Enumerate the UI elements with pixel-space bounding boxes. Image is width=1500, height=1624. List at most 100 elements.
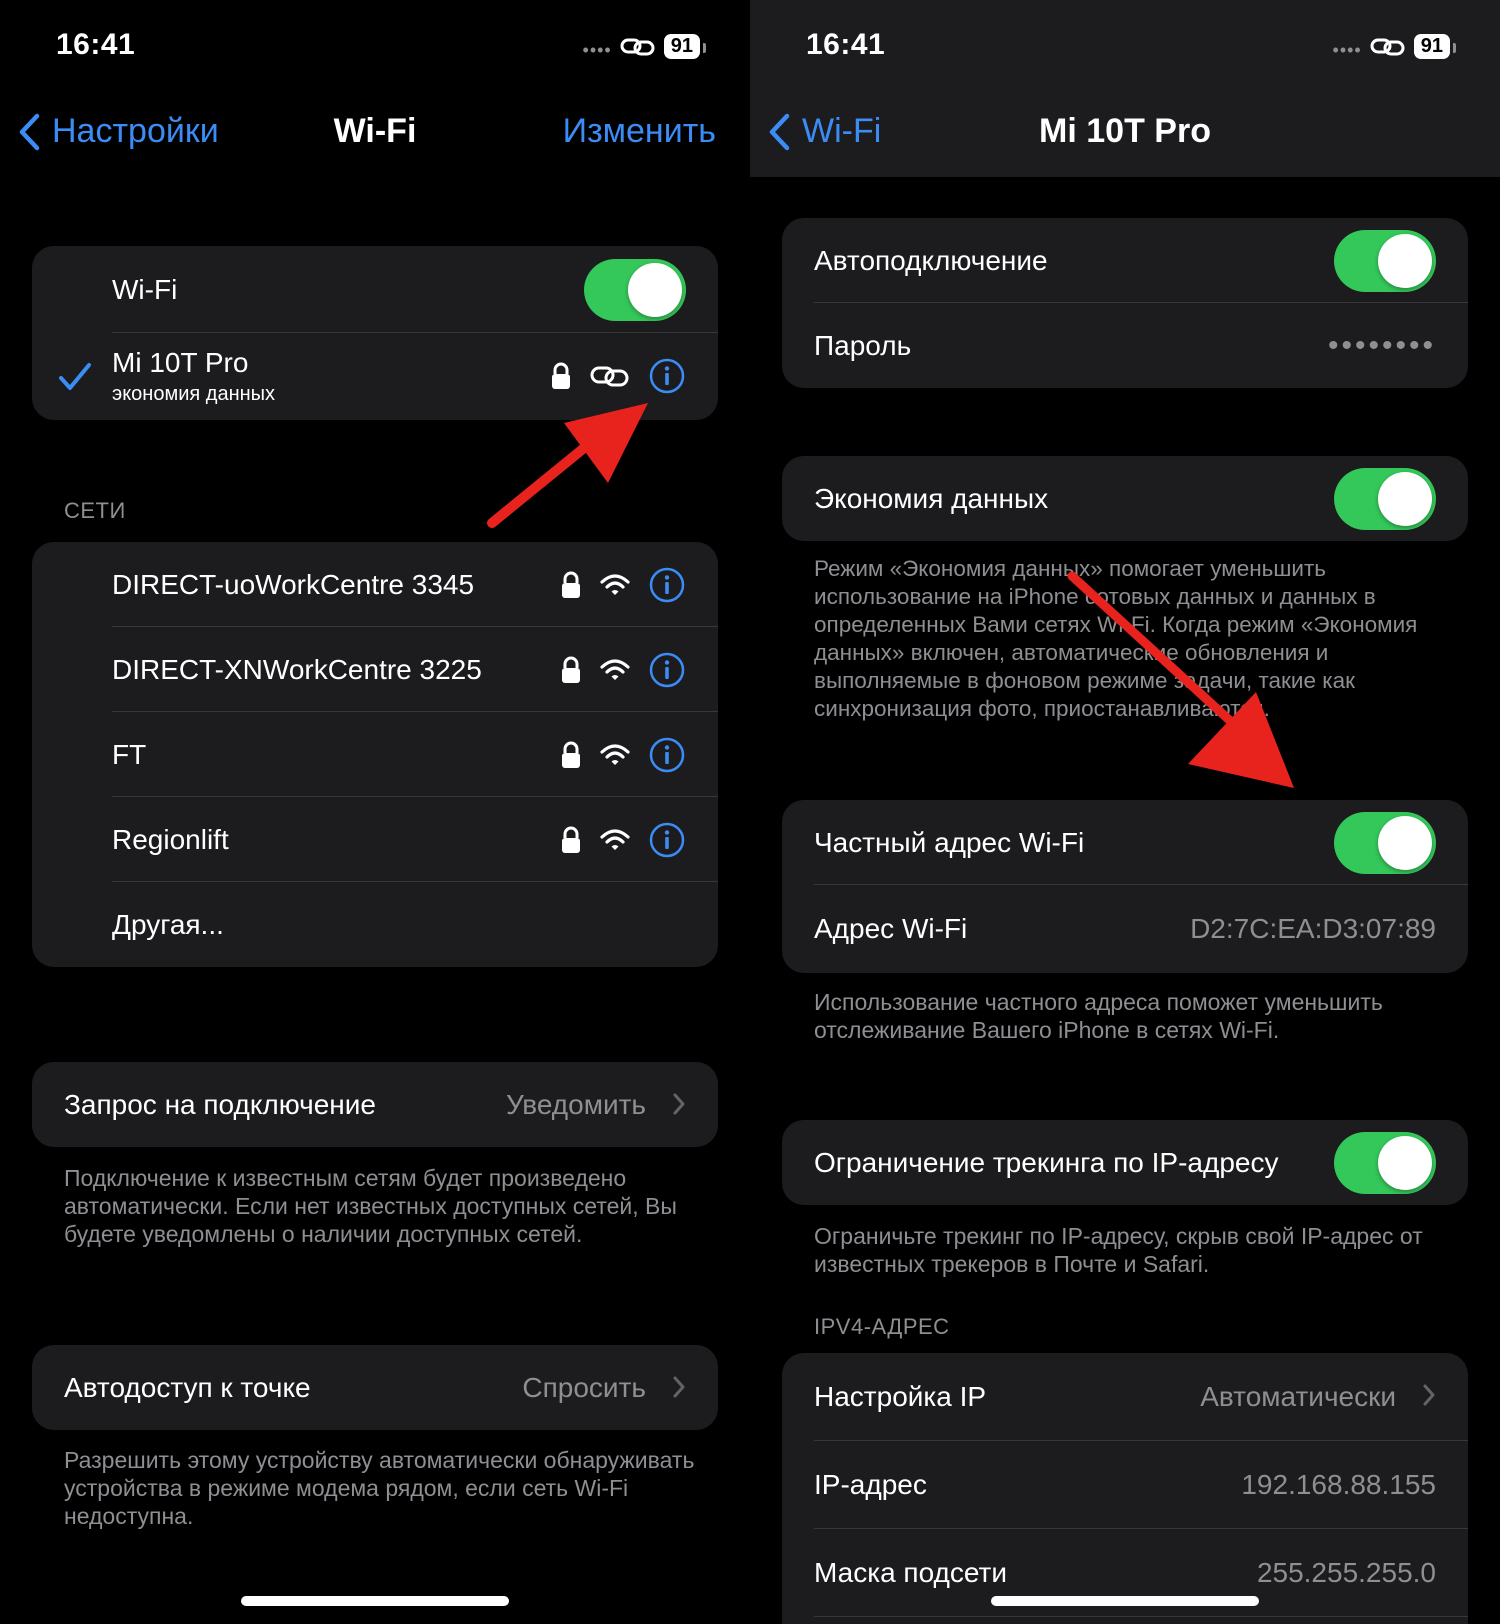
navigation-bar: Wi-Fi Mi 10T Pro bbox=[750, 100, 1500, 164]
ip-address-label: IP-адрес bbox=[814, 1469, 927, 1500]
lock-icon bbox=[552, 362, 570, 389]
password-row[interactable]: Пароль •••••••• bbox=[782, 303, 1468, 388]
info-icon[interactable] bbox=[648, 651, 686, 689]
limit-ip-tracking-label: Ограничение трекинга по IP-адресу bbox=[814, 1146, 1279, 1178]
limit-ip-tracking-row: Ограничение трекинга по IP-адресу bbox=[782, 1120, 1468, 1205]
auto-join-toggle[interactable] bbox=[1334, 229, 1436, 292]
private-address-label: Частный адрес Wi-Fi bbox=[814, 826, 1085, 858]
status-bar: 16:41 •••• 91 bbox=[806, 24, 1457, 68]
lock-icon bbox=[562, 656, 580, 683]
status-bar: 16:41 •••• 91 bbox=[56, 24, 707, 68]
red-arrow-annotation bbox=[1067, 571, 1294, 788]
personal-hotspot-link-icon bbox=[1370, 38, 1405, 55]
lock-icon bbox=[562, 741, 580, 768]
status-time: 16:41 bbox=[806, 28, 886, 61]
auto-hotspot-footer: Разрешить этому устройству автоматически… bbox=[64, 1447, 695, 1529]
connected-network-name: Mi 10T Pro bbox=[112, 347, 249, 378]
wifi-main-card: Wi-Fi Mi 10T Pro экономия данных bbox=[32, 246, 718, 420]
ask-to-join-footer: Подключение к известным сетям будет прои… bbox=[64, 1165, 677, 1247]
edit-button[interactable]: Изменить bbox=[563, 112, 716, 151]
battery-icon: 91 bbox=[1413, 34, 1457, 59]
limit-ip-tracking-footer: Ограничьте трекинг по IP-адресу, скрыв с… bbox=[814, 1223, 1423, 1277]
low-data-label: Экономия данных bbox=[814, 482, 1049, 514]
private-address-toggle[interactable] bbox=[1334, 811, 1436, 874]
network-row[interactable]: Regionlift bbox=[32, 797, 718, 882]
page-title: Mi 10T Pro bbox=[1039, 112, 1211, 150]
wifi-address-row: Адрес Wi-Fi D2:7C:EA:D3:07:89 bbox=[782, 885, 1468, 973]
personal-hotspot-link-icon bbox=[590, 366, 629, 387]
configure-ip-value: Автоматически bbox=[1200, 1381, 1396, 1412]
info-icon[interactable] bbox=[648, 357, 686, 395]
private-address-footer: Использование частного адреса поможет ум… bbox=[814, 989, 1383, 1043]
ask-to-join-value: Уведомить bbox=[506, 1088, 646, 1120]
configure-ip-label: Настройка IP bbox=[814, 1381, 987, 1412]
network-name: DIRECT-uoWorkCentre 3345 bbox=[112, 568, 475, 600]
connected-network-subtitle: экономия данных bbox=[112, 383, 276, 405]
networks-section-header: СЕТИ bbox=[64, 498, 126, 523]
red-arrow-annotation bbox=[487, 403, 648, 528]
other-network-row[interactable]: Другая... bbox=[32, 882, 718, 967]
navigation-bar: Настройки Wi-Fi Изменить bbox=[0, 100, 750, 164]
ip-address-value: 192.168.88.155 bbox=[1241, 1469, 1436, 1500]
network-row[interactable]: DIRECT-uoWorkCentre 3345 bbox=[32, 542, 718, 627]
network-row[interactable]: FT bbox=[32, 712, 718, 797]
auto-join-row: Автоподключение bbox=[782, 218, 1468, 303]
network-name: FT bbox=[112, 738, 147, 770]
auto-join-card: Автоподключение Пароль •••••••• bbox=[782, 218, 1468, 388]
auto-hotspot-label: Автодоступ к точке bbox=[64, 1371, 311, 1403]
ip-address-row: IP-адрес 192.168.88.155 bbox=[782, 1441, 1468, 1529]
limit-ip-tracking-toggle[interactable] bbox=[1334, 1131, 1436, 1194]
chevron-right-icon bbox=[673, 1093, 685, 1115]
personal-hotspot-link-icon bbox=[620, 38, 655, 55]
lock-icon bbox=[562, 571, 580, 598]
auto-join-label: Автоподключение bbox=[814, 244, 1048, 276]
home-indicator bbox=[241, 1596, 509, 1606]
wifi-signal-icon bbox=[600, 574, 630, 595]
ask-to-join-card: Запрос на подключение Уведомить bbox=[32, 1062, 718, 1147]
chevron-right-icon bbox=[673, 1376, 685, 1398]
wifi-address-value: D2:7C:EA:D3:07:89 bbox=[1190, 913, 1436, 944]
info-icon[interactable] bbox=[648, 566, 686, 604]
network-row[interactable]: DIRECT-XNWorkCentre 3225 bbox=[32, 627, 718, 712]
network-name: Regionlift bbox=[112, 823, 229, 855]
low-data-card: Экономия данных bbox=[782, 456, 1468, 541]
wifi-address-label: Адрес Wi-Fi bbox=[814, 913, 968, 944]
wifi-signal-icon bbox=[600, 829, 630, 850]
cellular-signal-icon: •••• bbox=[582, 40, 612, 60]
auto-hotspot-card: Автодоступ к точке Спросить bbox=[32, 1345, 718, 1430]
limit-ip-tracking-card: Ограничение трекинга по IP-адресу bbox=[782, 1120, 1468, 1205]
wifi-signal-icon bbox=[600, 744, 630, 765]
wifi-list-screen: 16:41 •••• 91 Настройки Wi-Fi Изменить W… bbox=[0, 0, 750, 1624]
ipv4-card: Настройка IP Автоматически IP-адрес 192.… bbox=[782, 1353, 1468, 1624]
wifi-toggle-label: Wi-Fi bbox=[112, 273, 178, 305]
info-icon[interactable] bbox=[648, 821, 686, 859]
password-value: •••••••• bbox=[1327, 328, 1436, 362]
private-address-row: Частный адрес Wi-Fi bbox=[782, 800, 1468, 885]
wifi-toggle-row: Wi-Fi bbox=[32, 246, 718, 333]
battery-icon: 91 bbox=[663, 34, 707, 59]
networks-list-card: DIRECT-uoWorkCentre 3345 DIRECT-XNWorkCe… bbox=[32, 542, 718, 967]
auto-hotspot-value: Спросить bbox=[522, 1371, 646, 1403]
wifi-signal-icon bbox=[600, 659, 630, 680]
low-data-row: Экономия данных bbox=[782, 456, 1468, 541]
ask-to-join-row[interactable]: Запрос на подключение Уведомить bbox=[32, 1062, 718, 1147]
network-details-screen: 16:41 •••• 91 Wi-Fi Mi 10T Pro Автоподкл… bbox=[750, 0, 1500, 1624]
network-name: DIRECT-XNWorkCentre 3225 bbox=[112, 653, 482, 685]
ask-to-join-label: Запрос на подключение bbox=[64, 1088, 376, 1120]
checkmark-icon bbox=[59, 363, 91, 390]
subnet-mask-value: 255.255.255.0 bbox=[1256, 1557, 1436, 1588]
low-data-toggle[interactable] bbox=[1334, 467, 1436, 530]
lock-icon bbox=[562, 826, 580, 853]
ipv4-section-header: IPV4-АДРЕС bbox=[814, 1314, 950, 1339]
wifi-toggle[interactable] bbox=[584, 258, 686, 321]
cellular-signal-icon: •••• bbox=[1332, 40, 1362, 60]
info-icon[interactable] bbox=[648, 736, 686, 774]
subnet-mask-label: Маска подсети bbox=[814, 1557, 1007, 1588]
password-label: Пароль bbox=[814, 329, 912, 361]
home-indicator bbox=[991, 1596, 1259, 1606]
configure-ip-row[interactable]: Настройка IP Автоматически bbox=[782, 1353, 1468, 1441]
other-network-label: Другая... bbox=[112, 908, 224, 940]
auto-hotspot-row[interactable]: Автодоступ к точке Спросить bbox=[32, 1345, 718, 1430]
status-time: 16:41 bbox=[56, 28, 136, 61]
chevron-right-icon bbox=[1423, 1384, 1435, 1406]
